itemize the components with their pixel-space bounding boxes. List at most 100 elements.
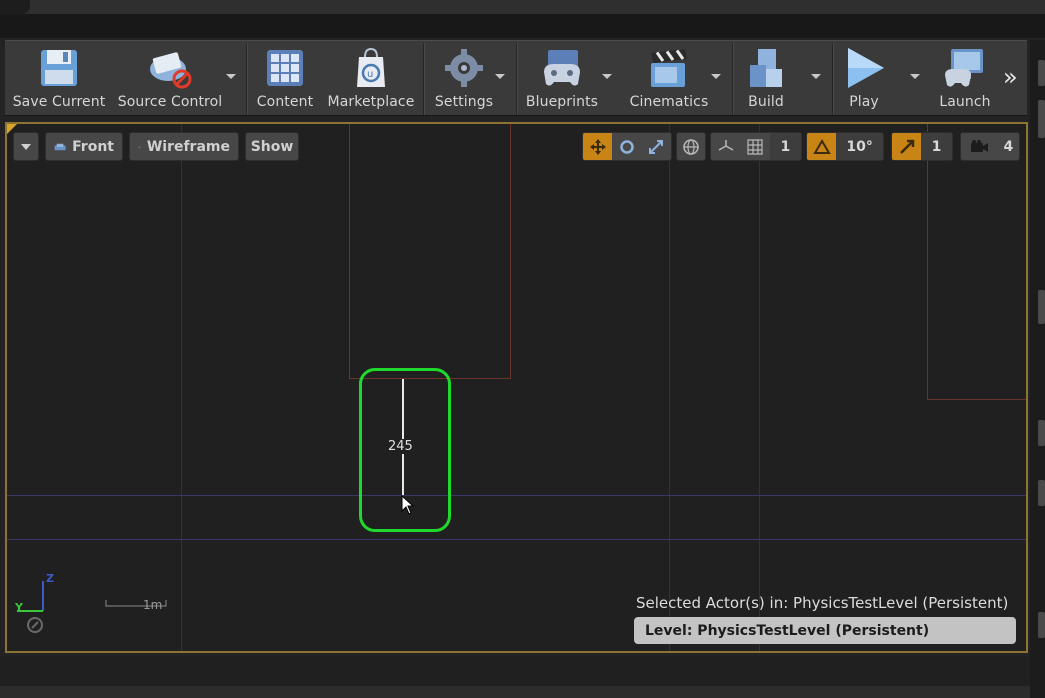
settings-dropdown-icon[interactable] [495,74,505,79]
side-panel-tab[interactable] [1038,290,1045,324]
grid-line [669,124,670,651]
svg-text:u: u [367,69,373,80]
front-view-icon [54,143,66,150]
mouse-cursor-icon [401,494,415,519]
blueprints-dropdown-icon[interactable] [602,74,612,79]
blueprints-button[interactable]: Blueprints [521,41,603,117]
toolbar-separator [832,43,834,115]
marketplace-button[interactable]: u Marketplace [325,41,417,117]
camera-icon [971,139,989,152]
scale-snap-value[interactable]: 1 [921,133,952,160]
side-panel-tab[interactable] [1038,420,1045,446]
toolbar-separator [246,43,248,115]
grid-line [759,124,760,651]
selected-actors-text: Selected Actor(s) in: PhysicsTestLevel (… [636,594,1009,612]
world-space-button[interactable] [677,133,705,160]
rotate-icon [620,139,634,154]
actor-wireframe[interactable] [927,124,1026,400]
view-mode-button[interactable]: Wireframe [129,132,239,161]
grid-icon [747,138,763,155]
camera-speed-value[interactable]: 4 [998,133,1019,160]
build-button[interactable]: Build [741,41,791,117]
toolbar-separator [423,43,425,115]
main-toolbar: Save Current Source Control Content u Ma… [5,40,1027,116]
scale-arrows-icon [649,139,664,154]
view-type-button[interactable]: Front [45,132,123,161]
launch-button[interactable]: Launch [933,41,997,117]
scale-snap-icon [899,139,914,154]
camera-speed-button[interactable] [961,133,998,160]
actor-wireframe[interactable] [349,124,511,379]
axis-z-label: Z [46,572,54,585]
content-label: Content [256,94,314,110]
play-button[interactable]: Play [839,41,889,117]
scale-snap-group: 1 [891,132,953,161]
rotation-snap-group: 10° [806,132,884,161]
source-control-dropdown-icon[interactable] [226,74,236,79]
grid-line [181,124,182,651]
scale-bar-label: 1m [143,598,163,612]
scale-mode-button[interactable] [642,133,671,160]
marketplace-bag-icon: u [347,43,395,93]
side-panel-tab[interactable] [1038,480,1045,506]
build-blocks-icon [742,43,790,93]
scale-snap-toggle[interactable] [892,133,922,160]
launch-monitor-icon [941,43,989,93]
settings-button[interactable]: Settings [429,41,499,117]
grid-snap-group: 1 [710,132,802,161]
viewport-options-button[interactable] [13,132,39,161]
grid-snap-toggle[interactable] [740,133,769,160]
rotation-snap-value[interactable]: 10° [836,133,883,160]
marketplace-label: Marketplace [327,94,415,110]
play-dropdown-icon[interactable] [910,74,920,79]
view-mode-label: Wireframe [146,138,230,155]
settings-label: Settings [434,94,494,110]
save-current-button[interactable]: Save Current [11,41,107,117]
surface-snap-icon [718,139,734,151]
settings-gear-icon [440,43,488,93]
rotate-mode-button[interactable] [612,133,641,160]
toolbar-overflow-chevron-icon[interactable]: » [1003,65,1018,89]
show-label: Show [250,138,294,155]
show-flags-button[interactable]: Show [245,132,299,161]
side-panel-tab[interactable] [1038,612,1045,638]
content-button[interactable]: Content [251,41,319,117]
grid-line [7,539,1026,540]
editor-window: Save Current Source Control Content u Ma… [0,0,1045,698]
globe-icon [683,138,699,155]
cinematics-clapper-icon [645,43,693,93]
side-panel-tab[interactable] [1038,100,1045,138]
wireframe-icon [138,145,141,148]
build-dropdown-icon[interactable] [811,74,821,79]
camera-speed-group: 4 [960,132,1020,161]
blueprints-label: Blueprints [525,94,599,110]
cinematics-dropdown-icon[interactable] [711,74,721,79]
grid-snap-value[interactable]: 1 [769,133,801,160]
view-type-label: Front [72,138,114,155]
tab-left-edge [0,0,30,14]
current-level-badge: Level: PhysicsTestLevel (Persistent) [634,617,1016,644]
toolbar-separator [516,43,518,115]
level-viewport[interactable]: Front Wireframe Show 1 10° 1 4 245 Y Z 1… [5,122,1028,653]
translate-mode-button[interactable] [583,133,613,160]
save-floppy-icon [35,43,83,93]
cinematics-label: Cinematics [629,94,709,110]
transform-mode-group [582,132,672,161]
move-arrows-icon [589,138,606,155]
rotation-snap-toggle[interactable] [807,133,837,160]
tab-strip [0,0,1045,14]
title-strip [0,0,1045,38]
grid-line [7,495,1026,496]
cinematics-button[interactable]: Cinematics [623,41,715,117]
surface-snap-button[interactable] [711,133,740,160]
source-control-button[interactable]: Source Control [115,41,225,117]
source-control-icon [146,43,194,93]
save-current-label: Save Current [12,94,106,110]
side-panel-tab[interactable] [1038,60,1045,86]
chevron-down-icon [21,143,31,150]
angle-snap-icon [812,138,831,154]
build-label: Build [748,94,784,110]
axis-y-label: Y [15,601,23,614]
launch-label: Launch [939,94,991,110]
play-label: Play [849,94,879,110]
